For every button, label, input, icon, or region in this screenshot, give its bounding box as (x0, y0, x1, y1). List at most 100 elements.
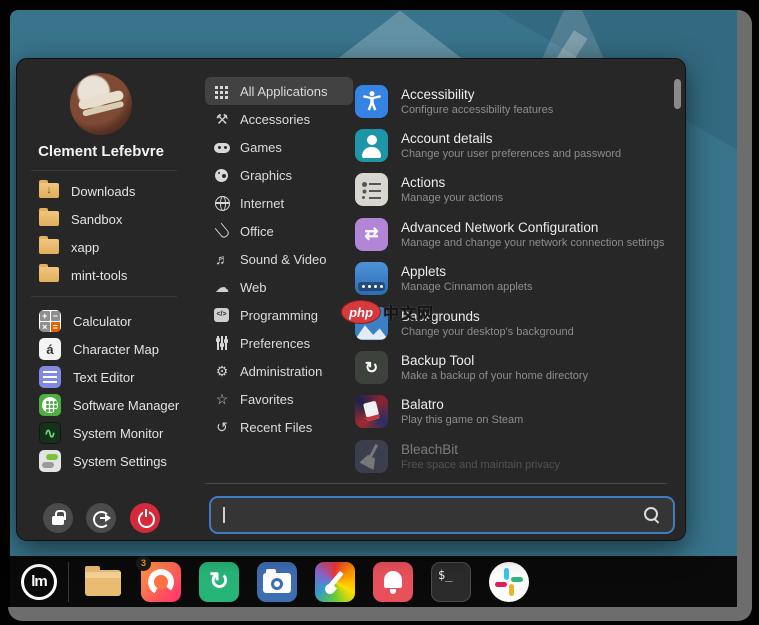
sidebar-item-label: System Settings (73, 454, 167, 469)
lock-icon (52, 510, 64, 526)
accessibility-icon (360, 89, 384, 113)
sidebar-item-character-map[interactable]: á Character Map (39, 336, 189, 362)
star-icon: ☆ (213, 391, 231, 407)
app-title: Accessibility (401, 87, 553, 102)
shutdown-button[interactable] (130, 503, 160, 533)
app-actions[interactable]: Actions Manage your actions (355, 168, 671, 212)
sidebar-separator (31, 170, 177, 171)
user-avatar[interactable] (70, 73, 132, 135)
window-frame-edge (8, 607, 752, 621)
paperclip-icon (213, 223, 231, 239)
search-input[interactable] (229, 508, 644, 523)
character-map-icon: á (39, 338, 61, 360)
category-administration[interactable]: ⚙ Administration (205, 357, 353, 385)
sidebar-item-downloads[interactable]: ↓ Downloads (39, 178, 189, 204)
sidebar-item-xapp[interactable]: xapp (39, 234, 189, 260)
category-label: Favorites (240, 392, 293, 407)
sidebar-item-sandbox[interactable]: Sandbox (39, 206, 189, 232)
category-label: Preferences (240, 336, 310, 351)
category-preferences[interactable]: Preferences (205, 329, 353, 357)
category-favorites[interactable]: ☆ Favorites (205, 385, 353, 413)
taskbar: lm 3 ↻ (10, 556, 737, 607)
app-title: Backup Tool (401, 353, 588, 368)
logout-button[interactable] (86, 503, 116, 533)
text-editor-icon (39, 366, 61, 388)
system-monitor-icon: ∿ (39, 422, 61, 444)
sidebar-item-label: Character Map (73, 342, 159, 357)
category-all-applications[interactable]: All Applications (205, 77, 353, 105)
sidebar-item-text-editor[interactable]: Text Editor (39, 364, 189, 390)
app-title: Account details (401, 131, 621, 146)
app-balatro[interactable]: Balatro Play this game on Steam (355, 390, 671, 434)
sidebar-item-calculator[interactable]: +− ×= Calculator (39, 308, 189, 334)
category-label: Programming (240, 308, 318, 323)
grid-icon (213, 83, 231, 99)
logout-icon (93, 511, 109, 525)
tools-icon: ⚒ (213, 111, 231, 127)
accessibility-icon (355, 85, 388, 118)
category-label: Sound & Video (240, 252, 327, 267)
mint-logo-icon: lm (21, 564, 57, 600)
applets-icon (355, 262, 388, 295)
category-web[interactable]: ☁ Web (205, 273, 353, 301)
palette-icon (213, 167, 231, 183)
firefox-launcher[interactable]: 3 (141, 562, 181, 602)
category-sound-video[interactable]: ♬ Sound & Video (205, 245, 353, 273)
search-box[interactable] (209, 496, 675, 534)
category-internet[interactable]: Internet (205, 189, 353, 217)
text-caret (223, 507, 225, 523)
files-launcher[interactable] (83, 562, 123, 602)
desktop-root: lm 3 ↻ (0, 0, 759, 625)
app-advanced-network-configuration[interactable]: ⇄ Advanced Network Configuration Manage … (355, 212, 671, 256)
balatro-icon (355, 395, 388, 428)
category-accessories[interactable]: ⚒ Accessories (205, 105, 353, 133)
category-programming[interactable]: </> Programming (205, 301, 353, 329)
sidebar-item-mint-tools[interactable]: mint-tools (39, 262, 189, 288)
slack-icon (509, 584, 514, 596)
category-games[interactable]: Games (205, 133, 353, 161)
sync-launcher[interactable]: ↻ (199, 562, 239, 602)
terminal-launcher[interactable]: $_ (431, 562, 471, 602)
slack-icon (495, 582, 507, 587)
actions-icon (355, 173, 388, 206)
category-office[interactable]: Office (205, 217, 353, 245)
bell-icon (390, 589, 396, 594)
app-applets[interactable]: Applets Manage Cinnamon applets (355, 257, 671, 301)
sidebar-item-label: Software Manager (73, 398, 179, 413)
app-title: Advanced Network Configuration (401, 220, 665, 235)
app-description: Configure accessibility features (401, 104, 553, 116)
category-recent-files[interactable]: ↺ Recent Files (205, 413, 353, 441)
sidebar-item-system-settings[interactable]: System Settings (39, 448, 189, 474)
system-settings-icon (39, 450, 61, 472)
sidebar-item-system-monitor[interactable]: ∿ System Monitor (39, 420, 189, 446)
app-title: Balatro (401, 397, 523, 412)
app-accessibility[interactable]: Accessibility Configure accessibility fe… (355, 79, 671, 123)
app-account-details[interactable]: Account details Change your user prefere… (355, 123, 671, 167)
bleachbit-icon (355, 440, 388, 473)
slack-launcher[interactable] (489, 562, 529, 602)
music-icon: ♬ (213, 251, 231, 267)
folder-icon (39, 211, 59, 227)
category-label: Graphics (240, 168, 292, 183)
app-list-scrollbar[interactable] (674, 79, 681, 109)
notifications-launcher[interactable] (373, 562, 413, 602)
app-backup-tool[interactable]: ↻ Backup Tool Make a backup of your home… (355, 345, 671, 389)
sidebar-separator (31, 296, 177, 297)
sidebar-item-software-manager[interactable]: Software Manager (39, 392, 189, 418)
screenshot-launcher[interactable] (257, 562, 297, 602)
category-label: Web (240, 280, 267, 295)
category-label: Games (240, 140, 282, 155)
app-bleachbit[interactable]: BleachBit Free space and maintain privac… (355, 434, 671, 478)
folder-icon (39, 239, 59, 255)
app-backgrounds[interactable]: Backgrounds Change your desktop's backgr… (355, 301, 671, 345)
category-graphics[interactable]: Graphics (205, 161, 353, 189)
lock-screen-button[interactable] (43, 503, 73, 533)
category-label: Accessories (240, 112, 310, 127)
downloads-folder-icon: ↓ (39, 183, 59, 199)
category-list: All Applications ⚒ Accessories Games Gra… (205, 77, 353, 441)
app-description: Change your user preferences and passwor… (401, 148, 621, 160)
backgrounds-icon (355, 307, 388, 340)
menu-button[interactable]: lm (10, 556, 68, 607)
taskbar-separator (68, 562, 69, 602)
paint-launcher[interactable] (315, 562, 355, 602)
